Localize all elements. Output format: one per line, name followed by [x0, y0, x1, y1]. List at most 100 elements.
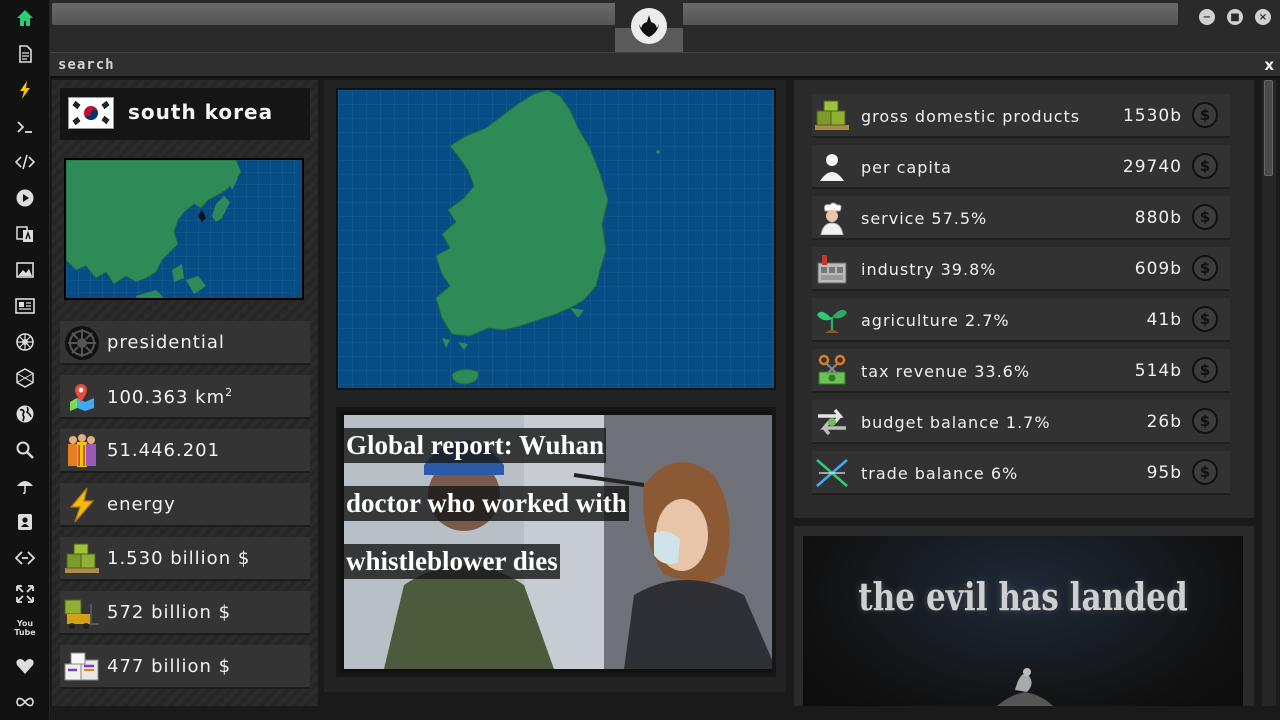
dollar-coin-icon[interactable]: $ — [1192, 459, 1218, 485]
stat-label: budget balance 1.7% — [861, 413, 1051, 432]
stat-value: 1530b — [1122, 106, 1182, 126]
search-label: search — [58, 57, 115, 73]
news-icon[interactable] — [13, 294, 37, 318]
country-name: south korea — [128, 100, 274, 124]
youtube-label: You Tube — [14, 619, 36, 637]
scrollbar-thumb[interactable] — [1264, 80, 1273, 176]
industry-row: 572 billion $ — [60, 591, 310, 635]
dollar-coin-icon[interactable]: $ — [1192, 255, 1218, 281]
home-icon[interactable] — [13, 6, 37, 30]
crates-icon — [63, 541, 101, 577]
population-row: 51.446.201 — [60, 429, 310, 473]
dollar-coin-icon[interactable]: $ — [1192, 102, 1218, 128]
empire-icon[interactable] — [13, 330, 37, 354]
infinity-icon[interactable] — [13, 690, 37, 714]
minimize-button[interactable]: − — [1199, 9, 1215, 25]
translate-icon[interactable] — [13, 222, 37, 246]
industry-value: 572 billion $ — [107, 602, 232, 623]
dollar-coin-icon[interactable]: $ — [1192, 306, 1218, 332]
news-headline-line-2: doctor who worked with — [344, 486, 629, 521]
government-type: presidential — [107, 332, 225, 353]
news-card[interactable]: Global report: Wuhan doctor who worked w… — [336, 407, 776, 677]
stat-label: gross domestic products — [861, 107, 1081, 126]
stat-row-industry: industry 39.8% 609b $ — [812, 247, 1230, 291]
stat-value: 609b — [1134, 259, 1182, 279]
link-icon[interactable] — [13, 546, 37, 570]
maximize-button[interactable]: ■ — [1227, 9, 1243, 25]
exchange-arrows-icon — [814, 404, 850, 440]
app-window: You Tube − ■ × search x south korea pres… — [0, 0, 1280, 720]
promo-banner[interactable]: the evil has landed — [803, 536, 1243, 720]
expand-icon[interactable] — [13, 582, 37, 606]
stat-row-per-capita: per capita 29740 $ — [812, 145, 1230, 189]
stat-value: 95b — [1146, 463, 1182, 483]
youtube-icon[interactable]: You Tube — [13, 616, 37, 640]
area-exponent: 2 — [225, 386, 234, 399]
government-row: presidential — [60, 321, 310, 365]
stat-row-tax-revenue: tax revenue 33.6% 514b $ — [812, 349, 1230, 393]
contact-icon[interactable] — [13, 510, 37, 534]
population-icon — [63, 433, 101, 469]
sidebar: You Tube — [0, 0, 50, 720]
search-icon[interactable] — [13, 438, 37, 462]
sprout-icon — [814, 302, 850, 338]
export-value: 477 billion $ — [107, 656, 232, 677]
emblem-tab[interactable] — [615, 0, 683, 52]
search-close-button[interactable]: x — [1264, 56, 1274, 74]
stat-value: 514b — [1134, 361, 1182, 381]
close-button[interactable]: × — [1255, 9, 1271, 25]
status-strip — [50, 706, 1280, 720]
map-pin-icon — [63, 379, 101, 415]
stat-row-trade-balance: trade balance 6% 95b $ — [812, 451, 1230, 495]
country-header: south korea — [60, 88, 310, 140]
person-icon — [814, 149, 850, 185]
stat-value: 41b — [1146, 310, 1182, 330]
image-icon[interactable] — [13, 258, 37, 282]
area-value: 100.363 km2 — [107, 386, 233, 408]
code-icon[interactable] — [13, 150, 37, 174]
dollar-coin-icon[interactable]: $ — [1192, 153, 1218, 179]
crates-icon — [814, 98, 850, 134]
empire-emblem-icon — [63, 325, 101, 361]
factory-icon — [814, 251, 850, 287]
stat-label: per capita — [861, 158, 952, 177]
stat-value: 26b — [1146, 412, 1182, 432]
dollar-coin-icon[interactable]: $ — [1192, 204, 1218, 230]
stat-value: 880b — [1134, 208, 1182, 228]
gdp-row: 1.530 billion $ — [60, 537, 310, 581]
ministry-name: energy — [107, 494, 176, 515]
stat-row-agriculture: agriculture 2.7% 41b $ — [812, 298, 1230, 342]
area-number: 100.363 km — [107, 387, 226, 408]
stat-label: trade balance 6% — [861, 464, 1019, 483]
lightning-icon[interactable] — [13, 78, 37, 102]
rebel-alliance-icon — [631, 8, 667, 44]
scrollbar[interactable] — [1262, 80, 1276, 720]
play-icon[interactable] — [13, 186, 37, 210]
dollar-coin-icon[interactable]: $ — [1192, 357, 1218, 383]
globe-icon[interactable] — [13, 402, 37, 426]
gdp-value: 1.530 billion $ — [107, 548, 251, 569]
trade-cross-icon — [814, 455, 850, 491]
stat-label: service 57.5% — [861, 209, 988, 228]
promo-panel: the evil has landed — [794, 526, 1254, 720]
area-row: 100.363 km2 — [60, 375, 310, 419]
search-bar[interactable]: search x — [50, 52, 1280, 78]
scissors-money-icon — [814, 353, 850, 389]
umbrella-icon[interactable] — [13, 474, 37, 498]
news-headline-line-3: whistleblower dies — [344, 544, 560, 579]
chef-icon — [814, 200, 850, 236]
dollar-coin-icon[interactable]: $ — [1192, 408, 1218, 434]
hexagon-icon[interactable] — [13, 366, 37, 390]
heart-icon[interactable] — [13, 654, 37, 678]
country-map[interactable] — [336, 88, 776, 390]
export-row: 477 billion $ — [60, 645, 310, 689]
energy-bolt-icon — [63, 487, 101, 523]
terminal-icon[interactable] — [13, 115, 37, 139]
title-bar: − ■ × — [50, 0, 1280, 52]
economy-stats-panel: gross domestic products 1530b $ per capi… — [794, 80, 1254, 518]
document-icon[interactable] — [13, 42, 37, 66]
stat-row-service: service 57.5% 880b $ — [812, 196, 1230, 240]
country-panel: south korea presidential 100.363 km2 51.… — [52, 80, 318, 720]
news-headline-line-1: Global report: Wuhan — [344, 428, 607, 463]
region-minimap[interactable] — [64, 158, 304, 300]
